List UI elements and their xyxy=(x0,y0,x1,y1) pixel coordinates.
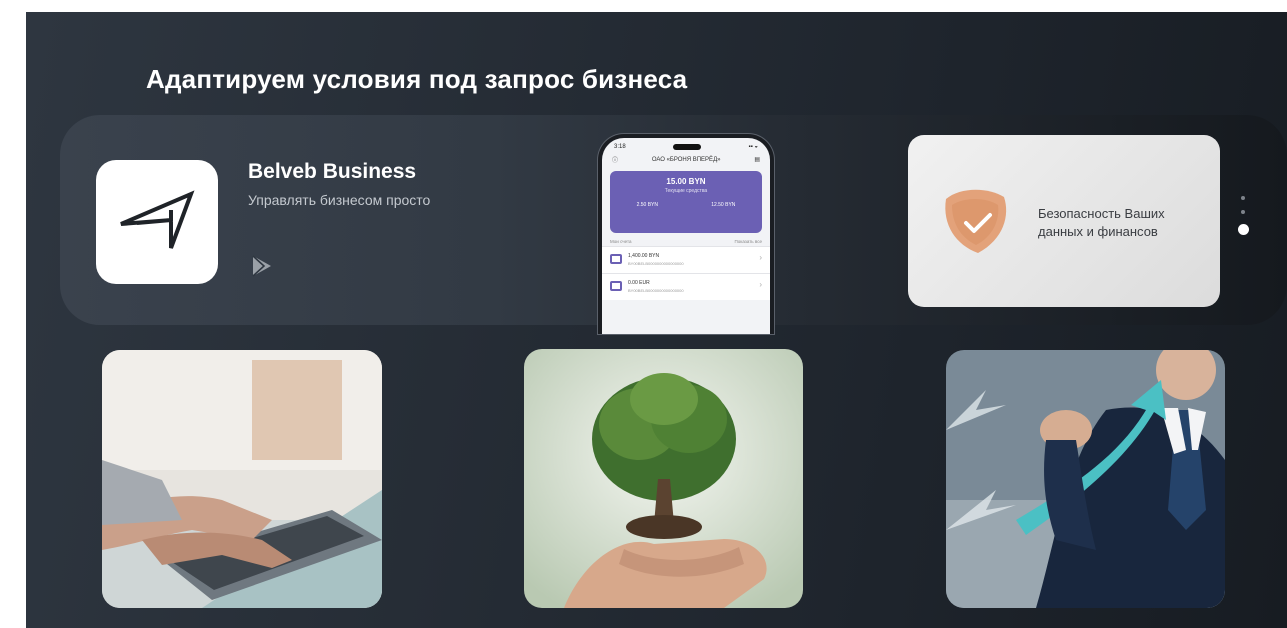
security-text: Безопасность Ваших данных и финансов xyxy=(1038,206,1165,239)
stat-right: 12.50 BYN xyxy=(711,202,736,208)
carousel-dot-active[interactable] xyxy=(1237,224,1249,235)
menu-icon: ▤ xyxy=(754,157,760,163)
phone-status-bar: 3:18 ▪▪ ◒ xyxy=(602,138,770,150)
growth-arrow-photo xyxy=(946,350,1225,608)
account-item: 0.00 EUR BY00BELB0000000000000000 › xyxy=(602,273,770,300)
account-number: BY00BELB0000000000000000 xyxy=(628,261,684,266)
card-icon xyxy=(610,254,622,264)
carousel-dot[interactable] xyxy=(1241,210,1245,214)
card-icon xyxy=(610,281,622,291)
balance-amount: 15.00 BYN xyxy=(666,177,706,186)
account-number: BY00BELB0000000000000000 xyxy=(628,288,684,293)
headline: Адаптируем условия под запрос бизнеса xyxy=(146,64,688,94)
carousel-dot[interactable] xyxy=(1241,196,1245,200)
balance-card: 15.00 BYN Текущие средства 2.50 BYN 12.5… xyxy=(610,171,762,233)
phone-bank-name: ОАО «БРОНЯ ВПЕРЁД» xyxy=(651,156,721,163)
tree-in-hands-photo xyxy=(524,349,803,608)
shield-check-icon xyxy=(945,189,1007,253)
signal-icon: ▪▪ ◒ xyxy=(748,144,758,150)
accounts-show-all: Показать все xyxy=(734,239,762,244)
laptop-typing-photo xyxy=(102,350,382,608)
account-amount: 0.00 EUR xyxy=(628,280,650,286)
phone-notch xyxy=(673,144,702,150)
phone-header: ⓘ ОАО «БРОНЯ ВПЕРЁД» ▤ xyxy=(602,150,770,169)
carousel-dots xyxy=(1237,196,1249,245)
balance-label: Текущие средства xyxy=(664,188,708,194)
app-name: Belveb Business xyxy=(248,160,417,183)
accounts-header: Мои счета Показать все xyxy=(602,233,770,246)
app-tagline: Управлять бизнесом просто xyxy=(248,192,431,208)
belveb-logo-icon xyxy=(120,190,195,249)
phone-mockup: 3:18 ▪▪ ◒ ⓘ ОАО «БРОНЯ ВПЕРЁД» ▤ 15.00 B… xyxy=(598,134,774,334)
stat-left: 2.50 BYN xyxy=(636,202,658,208)
phone-time: 3:18 xyxy=(614,144,626,150)
app-logo-icon[interactable] xyxy=(96,160,218,284)
chevron-right-icon: › xyxy=(759,253,762,262)
info-icon: ⓘ xyxy=(612,158,619,164)
google-play-icon[interactable] xyxy=(250,255,274,277)
balance-stats: 2.50 BYN 12.50 BYN xyxy=(610,202,762,208)
promo-section: Адаптируем условия под запрос бизнеса Be… xyxy=(26,12,1287,628)
account-amount: 1,400.00 BYN xyxy=(628,253,660,259)
account-item: 1,400.00 BYN BY00BELB0000000000000000 › xyxy=(602,246,770,273)
chevron-right-icon: › xyxy=(759,280,762,289)
security-card[interactable]: Безопасность Ваших данных и финансов xyxy=(908,135,1220,307)
accounts-label: Мои счета xyxy=(610,239,632,244)
